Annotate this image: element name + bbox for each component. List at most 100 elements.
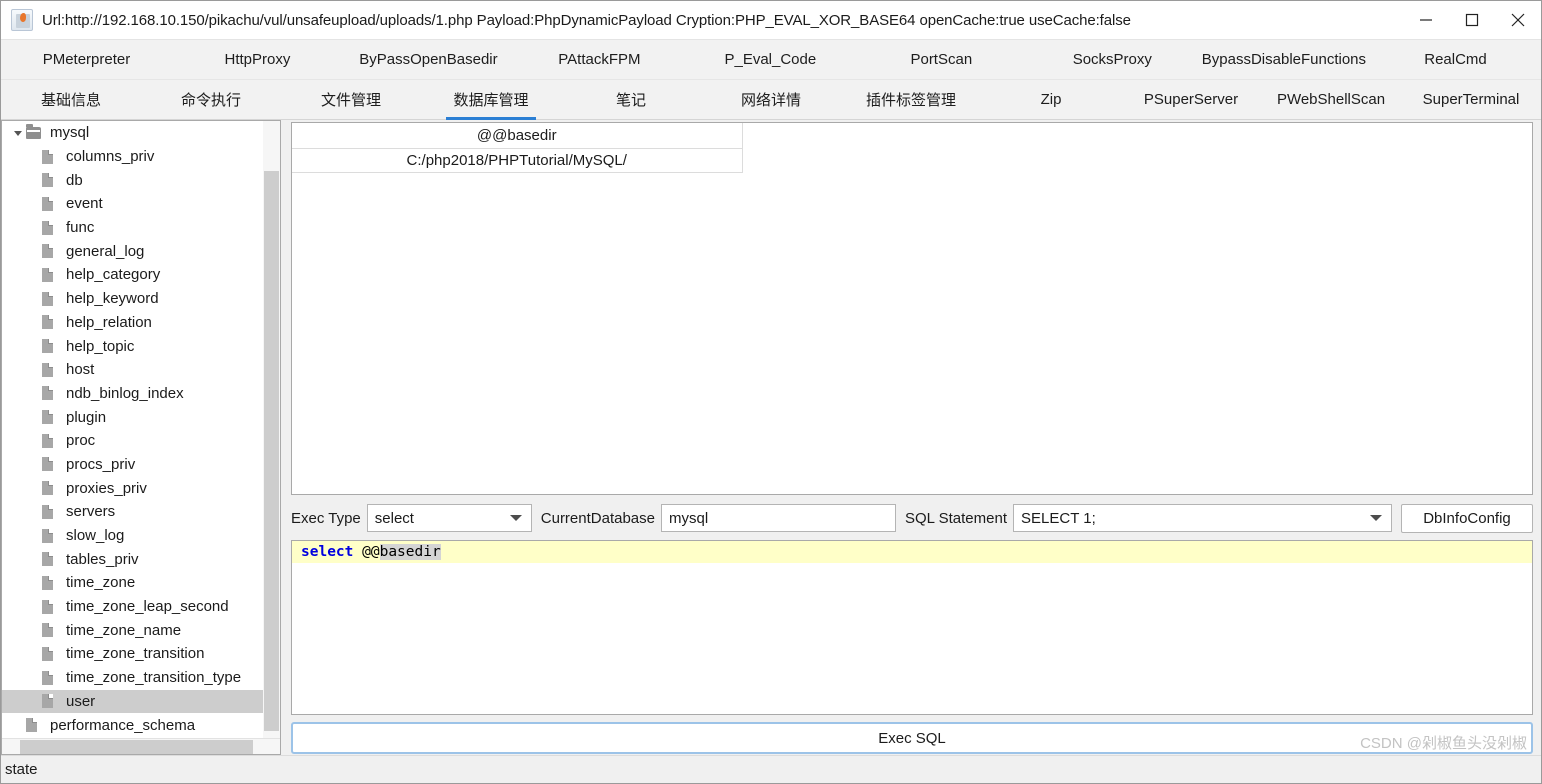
tree-node-label: db <box>66 171 83 189</box>
chevron-down-icon[interactable] <box>509 515 522 521</box>
tree-vertical-scrollbar[interactable] <box>263 121 280 738</box>
tree-node-event[interactable]: event <box>2 192 280 216</box>
tree-node-label: plugin <box>66 408 107 426</box>
tab-label: PMeterpreter <box>42 51 131 68</box>
tab-label: 数据库管理 <box>453 92 529 109</box>
tree-node-time-zone-name[interactable]: time_zone_name <box>2 618 280 642</box>
tree-node-proxies-priv[interactable]: proxies_priv <box>2 476 280 500</box>
sql-statement-select[interactable]: SELECT 1; <box>1013 504 1392 532</box>
tree-node-slow-log[interactable]: slow_log <box>2 524 280 548</box>
tab-pmeterpreter[interactable]: PMeterpreter <box>1 40 172 79</box>
tab-psuperserver[interactable]: PSuperServer <box>1121 80 1261 119</box>
tree-node-func[interactable]: func <box>2 216 280 240</box>
tree-node-servers[interactable]: servers <box>2 500 280 524</box>
tree-horizontal-scrollbar[interactable] <box>2 738 280 754</box>
scrollbar-thumb[interactable] <box>20 740 253 754</box>
tree-node-label: columns_priv <box>66 148 155 166</box>
tree-node-label: proxies_priv <box>66 479 147 497</box>
tab-pwebshellscan[interactable]: PWebShellScan <box>1261 80 1401 119</box>
tree-node-time-zone[interactable]: time_zone <box>2 571 280 595</box>
plugin-tab-bar: PMeterpreter HttpProxy ByPassOpenBasedir… <box>1 40 1541 80</box>
tab-pattackfpm[interactable]: PAttackFPM <box>514 40 685 79</box>
tab-command-exec[interactable]: 命令执行 <box>141 80 281 119</box>
tree-node-host[interactable]: host <box>2 358 280 382</box>
table-icon <box>42 267 62 282</box>
close-icon[interactable] <box>1495 1 1541 40</box>
maximize-icon[interactable] <box>1449 1 1495 40</box>
tree-node-label: servers <box>66 503 116 521</box>
tab-plugin-tag-manager[interactable]: 插件标签管理 <box>841 80 981 119</box>
tree-node-procs-priv[interactable]: procs_priv <box>2 453 280 477</box>
tab-httpproxy[interactable]: HttpProxy <box>172 40 343 79</box>
tree-node-time-zone-leap-second[interactable]: time_zone_leap_second <box>2 595 280 619</box>
status-text: state <box>5 761 38 778</box>
tab-bypassdisablefunctions[interactable]: BypassDisableFunctions <box>1198 40 1370 79</box>
tree-node-label: time_zone_transition_type <box>66 669 242 687</box>
tree-node-ndb-binlog-index[interactable]: ndb_binlog_index <box>2 382 280 406</box>
tab-basic-info[interactable]: 基础信息 <box>1 80 141 119</box>
table-icon <box>42 694 62 709</box>
query-controls-bar: Exec Type select CurrentDatabase mysql S… <box>291 501 1533 535</box>
tab-label: 基础信息 <box>40 92 101 109</box>
tree-node-performance-schema[interactable]: performance_schema <box>2 713 280 737</box>
tree-node-label: host <box>66 361 95 379</box>
tab-file-manager[interactable]: 文件管理 <box>281 80 421 119</box>
exec-sql-label: Exec SQL <box>878 729 946 747</box>
database-tree-panel: mysql columns_priv db event func general… <box>1 120 281 755</box>
tree-node-time-zone-transition-type[interactable]: time_zone_transition_type <box>2 666 280 690</box>
tree-node-time-zone-transition[interactable]: time_zone_transition <box>2 642 280 666</box>
sql-operator: @@ <box>353 544 380 560</box>
sql-editor[interactable]: select @@ basedir <box>291 540 1533 715</box>
tree-node-tables-priv[interactable]: tables_priv <box>2 547 280 571</box>
tab-network-detail[interactable]: 网络详情 <box>701 80 841 119</box>
tree-node-label: time_zone <box>66 574 136 592</box>
table-icon <box>42 386 62 401</box>
dbinfoconfig-label: DbInfoConfig <box>1423 509 1511 527</box>
current-database-value: mysql <box>669 509 709 527</box>
tab-zip[interactable]: Zip <box>981 80 1121 119</box>
tab-socksproxy[interactable]: SocksProxy <box>1027 40 1198 79</box>
tab-label: PSuperServer <box>1143 91 1239 108</box>
chevron-down-icon[interactable] <box>1370 515 1382 521</box>
tab-database-manager[interactable]: 数据库管理 <box>421 80 561 119</box>
tree-node-mysql[interactable]: mysql <box>2 121 280 145</box>
tab-portscan[interactable]: PortScan <box>856 40 1027 79</box>
tab-realcmd[interactable]: RealCmd <box>1370 40 1541 79</box>
tab-p-eval-code[interactable]: P_Eval_Code <box>685 40 856 79</box>
cell-basedir-value[interactable]: C:/php2018/PHPTutorial/MySQL/ <box>292 148 743 173</box>
query-results-table[interactable]: @@basedir C:/php2018/PHPTutorial/MySQL/ <box>291 122 1533 495</box>
current-database-input[interactable]: mysql <box>661 504 896 532</box>
tree-node-help-relation[interactable]: help_relation <box>2 311 280 335</box>
minimize-icon[interactable] <box>1403 1 1449 40</box>
tab-superterminal[interactable]: SuperTerminal <box>1401 80 1541 119</box>
tree-node-columns-priv[interactable]: columns_priv <box>2 145 280 169</box>
tree-node-plugin[interactable]: plugin <box>2 405 280 429</box>
tree-node-help-topic[interactable]: help_topic <box>2 334 280 358</box>
tab-notes[interactable]: 笔记 <box>561 80 701 119</box>
tree-node-user[interactable]: user <box>2 689 280 714</box>
chevron-down-icon[interactable] <box>10 128 26 138</box>
sql-keyword: select <box>301 544 354 560</box>
exec-type-select[interactable]: select <box>366 504 532 532</box>
tab-bypassopenbasedir[interactable]: ByPassOpenBasedir <box>343 40 514 79</box>
tree-node-general-log[interactable]: general_log <box>2 239 280 263</box>
exec-sql-button[interactable]: Exec SQL <box>291 722 1533 754</box>
scrollbar-thumb[interactable] <box>264 171 279 731</box>
table-row[interactable]: C:/php2018/PHPTutorial/MySQL/ <box>292 148 1532 173</box>
table-header-row: @@basedir <box>292 123 1532 149</box>
tab-label: Zip <box>1040 91 1062 108</box>
tab-label: 网络详情 <box>740 92 801 109</box>
dbinfoconfig-button[interactable]: DbInfoConfig <box>1401 503 1533 533</box>
tree-node-label: performance_schema <box>50 716 196 734</box>
tree-node-help-category[interactable]: help_category <box>2 263 280 287</box>
title-bar: Url:http://192.168.10.150/pikachu/vul/un… <box>1 1 1541 40</box>
tree-node-help-keyword[interactable]: help_keyword <box>2 287 280 311</box>
column-header-basedir[interactable]: @@basedir <box>292 123 743 149</box>
tree-node-db[interactable]: db <box>2 168 280 192</box>
database-tree[interactable]: mysql columns_priv db event func general… <box>2 121 280 738</box>
tree-node-proc[interactable]: proc <box>2 429 280 453</box>
sql-editor-line[interactable]: select @@ basedir <box>292 541 1532 563</box>
tab-label: PAttackFPM <box>558 51 641 68</box>
tab-label: BypassDisableFunctions <box>1201 51 1367 68</box>
exec-type-value: select <box>374 509 414 527</box>
